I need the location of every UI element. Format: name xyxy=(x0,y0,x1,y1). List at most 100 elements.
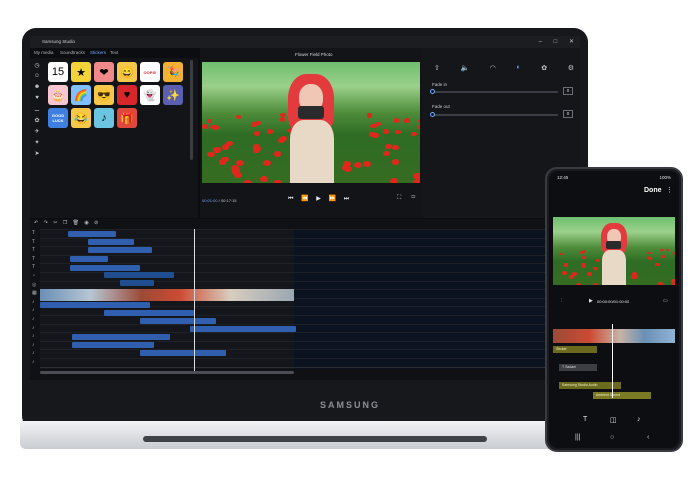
smile-icon[interactable]: ☻ xyxy=(32,84,42,95)
laughing-sticker[interactable]: 😂 xyxy=(71,108,91,128)
text-clip[interactable] xyxy=(70,256,108,262)
step-back-icon[interactable]: ⏪ xyxy=(301,196,311,202)
close-icon[interactable]: ✕ xyxy=(569,39,574,45)
timeline-playhead[interactable] xyxy=(194,229,195,371)
rainbow-sticker[interactable]: 🌈 xyxy=(71,85,91,105)
sticker-scrollbar[interactable] xyxy=(190,60,193,160)
phone-volume-icon[interactable]: ⫶ xyxy=(561,298,562,304)
skip-start-icon[interactable]: ⏮ xyxy=(288,196,296,202)
laptop-hinge xyxy=(143,436,487,442)
oops-sticker[interactable]: OOPS! xyxy=(140,62,160,82)
poppy xyxy=(243,179,253,183)
fade-in-value[interactable]: 0 xyxy=(563,87,573,95)
phone-text-clip[interactable]: T Sadam xyxy=(559,364,597,371)
filter-icon[interactable]: ✿ xyxy=(541,64,547,72)
done-button[interactable]: Done xyxy=(644,187,662,194)
tab-text[interactable]: Text xyxy=(110,50,118,55)
home-icon[interactable]: ○ xyxy=(610,434,614,441)
back-icon[interactable]: ‹ xyxy=(647,434,649,441)
timeline-scrollbar[interactable] xyxy=(40,371,294,374)
phone-fullscreen-icon[interactable]: ▭ xyxy=(663,298,668,304)
phone-video-clip[interactable] xyxy=(553,329,675,343)
fade-out-value[interactable]: 0 xyxy=(563,110,573,118)
step-forward-icon[interactable]: ⏩ xyxy=(329,196,339,202)
lock-icon[interactable]: ⊘ xyxy=(94,220,100,226)
tab-soundtracks[interactable]: Soundtracks xyxy=(60,50,85,55)
fade-out-slider-knob[interactable] xyxy=(430,112,435,117)
sunglasses-sticker[interactable]: 😎 xyxy=(94,85,114,105)
text-clip[interactable] xyxy=(70,265,140,271)
phone-ambient-clip[interactable]: Ambient Sound xyxy=(593,392,651,399)
heart-icon[interactable]: ♥ xyxy=(32,95,42,106)
party-popper-sticker[interactable]: 🎉 xyxy=(163,62,183,82)
pin-icon[interactable]: ➤ xyxy=(32,150,42,161)
more-options-icon[interactable]: ⋮ xyxy=(666,186,673,194)
tab-my-media[interactable]: My media xyxy=(34,50,54,55)
grin-sticker[interactable]: 😄 xyxy=(117,62,137,82)
fit-icon[interactable]: ⛶ xyxy=(397,195,405,201)
text-clip[interactable] xyxy=(88,239,134,245)
poppy xyxy=(354,162,363,169)
phone-audio-tool-icon[interactable]: ♪ xyxy=(637,416,641,423)
recents-icon[interactable]: ||| xyxy=(575,434,580,441)
audio-clip[interactable] xyxy=(72,334,170,340)
heart-sticker[interactable]: ❤ xyxy=(94,62,114,82)
minimize-icon[interactable]: – xyxy=(539,39,542,45)
settings-icon[interactable]: ⚙ xyxy=(568,64,574,72)
calendar-15-sticker[interactable]: 15 xyxy=(48,62,68,82)
fade-icon[interactable]: ◐ xyxy=(516,64,520,72)
tab-stickers[interactable]: Stickers xyxy=(90,50,106,55)
poppy xyxy=(559,252,563,256)
undo-icon[interactable]: ↶ xyxy=(34,220,40,226)
poppy xyxy=(413,178,420,183)
audio-clip[interactable] xyxy=(190,326,296,332)
text-clip[interactable] xyxy=(68,231,116,237)
audio-clip[interactable] xyxy=(40,302,150,308)
ghost-sticker[interactable]: 👻 xyxy=(140,85,160,105)
video-clip[interactable] xyxy=(40,289,294,301)
phone-play-icon[interactable]: ▶ xyxy=(589,298,593,304)
text-clip[interactable] xyxy=(120,280,154,286)
speed-icon[interactable]: ◠ xyxy=(490,64,496,72)
fade-in-slider-knob[interactable] xyxy=(430,89,435,94)
duplicate-icon[interactable]: ❐ xyxy=(63,220,69,226)
maximize-icon[interactable]: □ xyxy=(554,39,558,45)
star-sticker[interactable]: ★ xyxy=(71,62,91,82)
audio-clip[interactable] xyxy=(72,342,154,348)
poppy xyxy=(410,131,417,137)
ribbon-icon[interactable]: ✿ xyxy=(32,117,42,128)
music-note-sticker[interactable]: ♪ xyxy=(94,108,114,128)
bone-icon[interactable]: ⚊ xyxy=(32,106,42,117)
split-icon[interactable]: ✂ xyxy=(53,220,59,226)
fade-in-slider[interactable] xyxy=(432,91,558,93)
phone-sticker-clip[interactable]: Sticker xyxy=(553,346,597,353)
cake-sticker[interactable]: 🎂 xyxy=(48,85,68,105)
fade-out-slider[interactable] xyxy=(432,114,558,116)
phone-text-tool-icon[interactable]: T xyxy=(583,416,587,423)
party-icon[interactable]: ✦ xyxy=(32,139,42,150)
transform-icon[interactable]: ⇧ xyxy=(434,64,440,72)
audio-clip[interactable] xyxy=(104,310,194,316)
audio-clip[interactable] xyxy=(140,318,216,324)
delete-icon[interactable]: 🗑 xyxy=(73,220,81,226)
poppy xyxy=(272,179,282,183)
visibility-icon[interactable]: ◉ xyxy=(84,220,90,226)
phone-sticker-tool-icon[interactable]: ◫ xyxy=(610,416,617,424)
plane-icon[interactable]: ✈ xyxy=(32,128,42,139)
redo-icon[interactable]: ↷ xyxy=(44,220,50,226)
volume-icon[interactable]: 🔈 xyxy=(460,64,469,72)
poppy xyxy=(213,147,221,153)
fullscreen-icon[interactable]: ▭ xyxy=(411,195,420,201)
text-clip[interactable] xyxy=(104,272,174,278)
emoji-icon[interactable]: ☺ xyxy=(32,73,42,84)
red-heart-sticker[interactable]: ♥ xyxy=(117,85,137,105)
sparkles-sticker[interactable]: ✨ xyxy=(163,85,183,105)
recent-icon[interactable]: ◷ xyxy=(32,62,42,73)
good-luck-sticker[interactable]: GOOD LUCK xyxy=(48,108,68,128)
skip-end-icon[interactable]: ⏭ xyxy=(344,196,352,202)
text-clip[interactable] xyxy=(88,247,152,253)
phone-playhead[interactable] xyxy=(612,324,613,398)
gift-sticker[interactable]: 🎁 xyxy=(117,108,137,128)
audio-clip[interactable] xyxy=(140,350,226,356)
play-icon[interactable]: ▶ xyxy=(316,196,324,202)
